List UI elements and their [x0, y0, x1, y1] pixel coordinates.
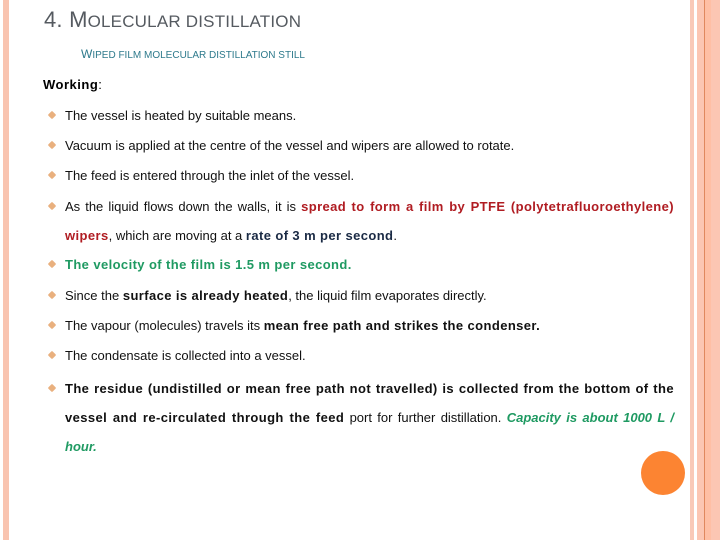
diamond-bullet-icon	[47, 259, 57, 269]
diamond-bullet-icon	[47, 170, 57, 180]
diamond-bullet-icon	[47, 320, 57, 330]
list-item: The residue (undistilled or mean free pa…	[46, 374, 676, 461]
list-item: The condensate is collected into a vesse…	[46, 341, 676, 370]
text-segment: As the liquid flows down the walls, it i…	[65, 199, 302, 214]
list-item: The vapour (molecules) travels its mean …	[46, 311, 676, 340]
highlight-green-text: The velocity of the film is 1.5 m per se…	[65, 257, 352, 272]
list-item-text: Since the surface is already heated, the…	[65, 281, 674, 310]
title-number: 4.	[44, 7, 70, 32]
bold-text: surface is already heated	[122, 288, 289, 303]
list-item-text: The condensate is collected into a vesse…	[65, 348, 306, 363]
list-item-text: As the liquid flows down the walls, it i…	[65, 192, 674, 250]
subtitle-first-letter: W	[81, 47, 93, 61]
subtitle-rest: IPED FILM MOLECULAR DISTILLATION STILL	[92, 50, 305, 61]
working-label: Working	[43, 77, 99, 92]
list-item-text: Vacuum is applied at the centre of the v…	[65, 138, 515, 153]
list-item: Vacuum is applied at the centre of the v…	[46, 131, 676, 160]
diamond-bullet-icon	[47, 350, 57, 360]
list-item-text: The residue (undistilled or mean free pa…	[65, 374, 674, 461]
list-item: The vessel is heated by suitable means.	[46, 101, 676, 130]
accent-circle-decoration	[641, 451, 685, 495]
list-item-text: The vapour (molecules) travels its mean …	[65, 311, 674, 340]
text-segment: , which are moving at a	[108, 228, 246, 243]
right-frame-stripe	[690, 0, 694, 540]
diamond-bullet-icon	[47, 290, 57, 300]
text-segment: , the liquid film evaporates directly.	[288, 288, 487, 303]
diamond-bullet-icon	[47, 110, 57, 120]
list-item: The feed is entered through the inlet of…	[46, 161, 676, 190]
highlight-navy-text: rate of 3 m per second	[245, 228, 394, 243]
title-first-letter: M	[69, 7, 88, 32]
left-border-decoration	[3, 0, 9, 540]
bold-text: mean free path and strikes the condenser…	[263, 318, 541, 333]
list-item: Since the surface is already heated, the…	[46, 281, 676, 310]
list-item: As the liquid flows down the walls, it i…	[46, 192, 676, 250]
text-segment: Since the	[65, 288, 123, 303]
diamond-bullet-icon	[47, 140, 57, 150]
list-item-text: The feed is entered through the inlet of…	[65, 168, 355, 183]
list-item-text: The vessel is heated by suitable means.	[65, 108, 297, 123]
working-heading: Working:	[43, 77, 102, 92]
title-rest: OLECULAR DISTILLATION	[87, 12, 302, 31]
text-segment: The vapour (molecules) travels its	[65, 318, 264, 333]
working-colon: :	[98, 77, 102, 92]
text-segment: port for further distillation.	[344, 410, 507, 425]
right-frame-band-inner	[705, 0, 711, 540]
right-frame-line	[704, 0, 705, 540]
slide-subtitle: WIPED FILM MOLECULAR DISTILLATION STILL	[81, 47, 305, 61]
text-segment: .	[393, 228, 398, 243]
slide-title: 4. MOLECULAR DISTILLATION	[44, 7, 301, 33]
diamond-bullet-icon	[47, 383, 57, 393]
list-item: The velocity of the film is 1.5 m per se…	[46, 250, 676, 279]
right-frame-decoration	[687, 0, 720, 540]
diamond-bullet-icon	[47, 201, 57, 211]
